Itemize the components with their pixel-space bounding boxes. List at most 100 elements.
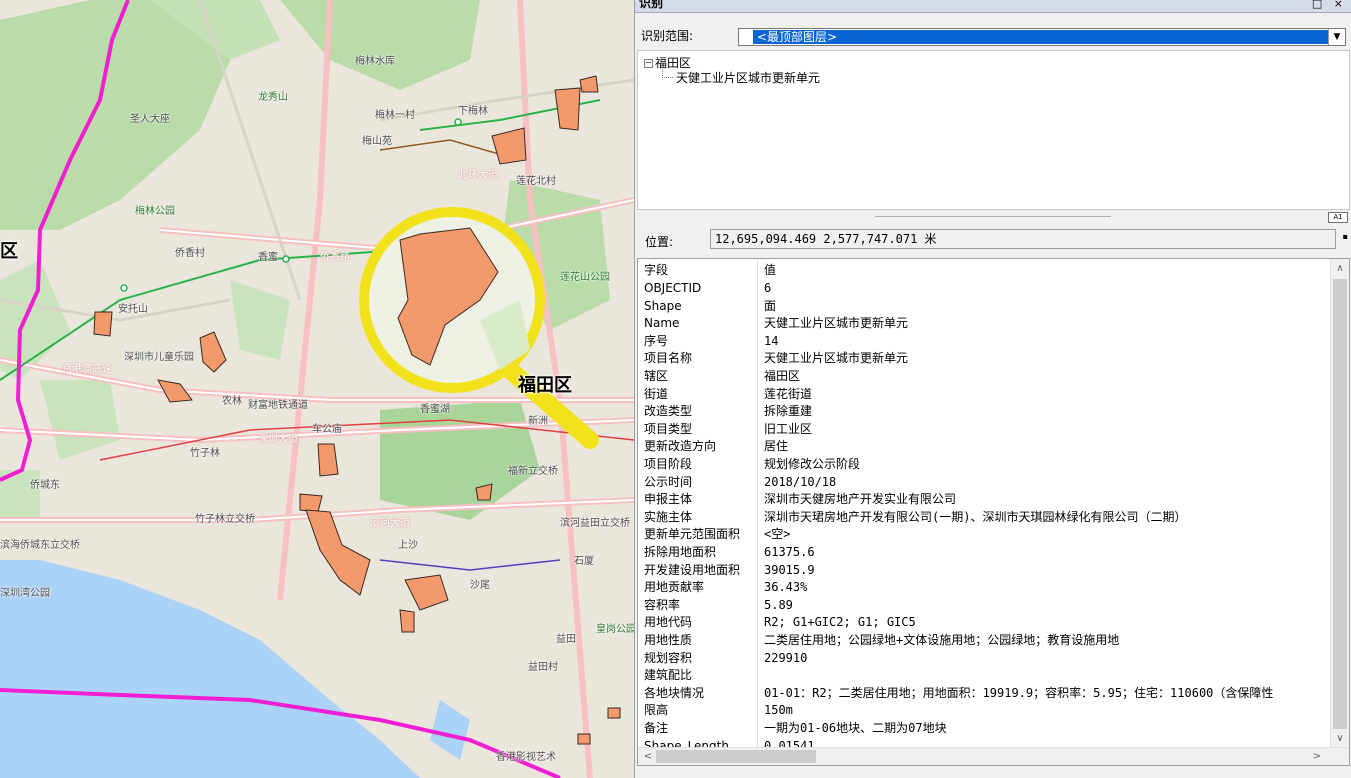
tree-node-child[interactable]: 天健工业片区城市更新单元 bbox=[662, 69, 820, 86]
table-row[interactable]: 更新改造方向 居住 bbox=[638, 438, 1328, 455]
row-field: 序号 bbox=[644, 333, 669, 348]
scroll-left-icon[interactable]: < bbox=[640, 748, 656, 765]
map-label: 香港影视艺术 bbox=[496, 752, 556, 763]
position-menu-icon[interactable]: ▪ bbox=[1343, 232, 1348, 241]
row-value: 天健工业片区城市更新单元 bbox=[764, 316, 909, 331]
map-label: 北环大道 bbox=[458, 170, 498, 181]
pane-splitter[interactable] bbox=[875, 216, 1111, 217]
map-label: 圣人大座 bbox=[130, 114, 170, 125]
table-row[interactable]: 项目类型 旧工业区 bbox=[638, 421, 1328, 438]
table-row[interactable]: 申报主体 深圳市天健房地产开发实业有限公司 bbox=[638, 491, 1328, 508]
row-field: 规划容积 bbox=[644, 650, 693, 665]
chevron-down-icon[interactable]: ▼ bbox=[1328, 29, 1345, 45]
scroll-thumb[interactable] bbox=[1333, 279, 1347, 729]
table-header: 字段 值 bbox=[638, 262, 1328, 279]
table-row[interactable]: 实施主体 深圳市天珺房地产开发有限公司(一期)、深圳市天琪园林绿化有限公司（二期） bbox=[638, 509, 1328, 526]
map-label: 益田 bbox=[556, 634, 576, 645]
row-value: 2018/10/18 bbox=[764, 474, 837, 489]
window-controls[interactable]: □ × bbox=[1312, 0, 1347, 10]
identify-panel: 识别 □ × 识别范围: <最顶部图层> ▼ − 福田区 天健工业片区城市更新单元… bbox=[634, 0, 1351, 778]
row-field: 更新改造方向 bbox=[644, 439, 717, 454]
panel-titlebar[interactable]: 识别 □ × bbox=[635, 0, 1351, 13]
row-value: <空> bbox=[764, 527, 791, 542]
result-tree[interactable]: − 福田区 天健工业片区城市更新单元 bbox=[637, 50, 1350, 210]
row-field: 建筑配比 bbox=[644, 668, 693, 683]
collapse-icon[interactable]: − bbox=[644, 59, 653, 68]
map-label: 石厦 bbox=[574, 556, 594, 567]
identify-scope-dropdown[interactable]: <最顶部图层> ▼ bbox=[738, 28, 1346, 46]
table-row[interactable]: 街道 莲花街道 bbox=[638, 386, 1328, 403]
row-field: 容积率 bbox=[644, 597, 681, 612]
map-label: 香蜜湖 bbox=[420, 404, 450, 415]
table-row[interactable]: 容积率 5.89 bbox=[638, 597, 1328, 614]
table-row[interactable]: 各地块情况 01-01：R2；二类居住用地；用地面积：19919.9；容积率：5.… bbox=[638, 685, 1328, 702]
row-field: 项目阶段 bbox=[644, 457, 693, 471]
map-label: 梅山苑 bbox=[362, 136, 392, 147]
row-field: 用地性质 bbox=[644, 633, 693, 647]
map-label: 深圳大道 bbox=[258, 434, 298, 445]
row-value: 36.43% bbox=[764, 580, 808, 595]
table-row[interactable]: Name 天健工业片区城市更新单元 bbox=[638, 315, 1328, 332]
horizontal-scrollbar[interactable]: < > bbox=[638, 747, 1349, 765]
table-row[interactable]: OBJECTID 6 bbox=[638, 280, 1328, 297]
row-value: 深圳市天珺房地产开发有限公司(一期)、深圳市天琪园林绿化有限公司（二期） bbox=[764, 509, 1187, 524]
row-value: 莲花街道 bbox=[764, 386, 813, 401]
table-row[interactable]: 备注 一期为01-06地块、二期为07地块 bbox=[638, 720, 1328, 737]
identify-scope-value: <最顶部图层> bbox=[753, 30, 1329, 44]
map-label: 财富地铁通道 bbox=[248, 400, 308, 411]
map-label: 竹子林立交桥 bbox=[195, 514, 255, 525]
table-row[interactable]: 拆除用地面积 61375.6 bbox=[638, 544, 1328, 561]
map-view[interactable]: 梅林水库 龙秀山 圣人大座 梅林一村 下梅林 梅山苑 梅林公园 北环大道 莲花北… bbox=[0, 0, 634, 778]
table-row[interactable]: 辖区 福田区 bbox=[638, 368, 1328, 385]
table-row[interactable]: 用地代码 R2; G1+GIC2; G1; GIC5 bbox=[638, 614, 1328, 631]
tree-connector bbox=[662, 69, 673, 78]
map-label: 侨香路 bbox=[320, 252, 350, 263]
map-district-label: 区 bbox=[0, 241, 18, 262]
map-label: 竹子林 bbox=[190, 448, 220, 459]
attribute-table[interactable]: 字段 值 OBJECTID 6 Shape 面 Name 天健工业片区城市更新单元 序号 14… bbox=[637, 258, 1350, 766]
table-row[interactable]: 项目阶段 规划修改公示阶段 bbox=[638, 456, 1328, 473]
row-field: 拆除用地面积 bbox=[644, 545, 717, 559]
map-label: 上沙 bbox=[398, 540, 418, 551]
row-value: 5.89 bbox=[764, 597, 793, 612]
identify-scope-label: 识别范围: bbox=[641, 29, 694, 43]
table-row[interactable]: 用地性质 二类居住用地；公园绿地+文体设施用地；公园绿地；教育设施用地 bbox=[638, 632, 1328, 649]
table-row[interactable]: 更新单元范围面积 <空> bbox=[638, 526, 1328, 543]
map-label: 莲花山公园 bbox=[560, 272, 610, 283]
row-value: 6 bbox=[764, 281, 772, 295]
table-row[interactable]: 改造类型 拆除重建 bbox=[638, 403, 1328, 420]
scroll-thumb[interactable] bbox=[656, 750, 816, 763]
row-field: 街道 bbox=[644, 386, 669, 401]
row-field: 限高 bbox=[644, 703, 669, 718]
table-row[interactable]: Shape 面 bbox=[638, 298, 1328, 315]
map-label: 深圳湾公园 bbox=[0, 588, 50, 599]
vertical-scrollbar[interactable]: ∧ ∨ bbox=[1330, 259, 1349, 749]
row-value: 61375.6 bbox=[764, 545, 815, 559]
map-label: 梅林水库 bbox=[355, 56, 395, 67]
map-label: 香蜜 bbox=[258, 252, 278, 263]
header-field: 字段 bbox=[644, 263, 669, 277]
table-row[interactable]: 序号 14 bbox=[638, 333, 1328, 350]
map-label: 侨香村 bbox=[175, 248, 205, 259]
row-field: 用地贡献率 bbox=[644, 580, 705, 595]
table-row[interactable]: 公示时间 2018/10/18 bbox=[638, 474, 1328, 491]
table-row[interactable]: 开发建设用地面积 39015.9 bbox=[638, 562, 1328, 579]
table-row[interactable]: 限高 150m bbox=[638, 702, 1328, 719]
row-field: 项目类型 bbox=[644, 421, 693, 436]
table-row[interactable]: 建筑配比 bbox=[638, 667, 1328, 684]
table-row[interactable]: 用地贡献率 36.43% bbox=[638, 579, 1328, 596]
header-value: 值 bbox=[764, 263, 777, 277]
scroll-right-icon[interactable]: > bbox=[1309, 748, 1325, 765]
row-value: 二类居住用地；公园绿地+文体设施用地；公园绿地；教育设施用地 bbox=[764, 633, 1120, 647]
map-label: 安托山 bbox=[118, 304, 148, 315]
scroll-up-icon[interactable]: ∧ bbox=[1331, 261, 1349, 277]
row-value: 39015.9 bbox=[764, 562, 815, 577]
scroll-down-icon[interactable]: ∨ bbox=[1331, 731, 1349, 747]
row-field: 用地代码 bbox=[644, 615, 693, 630]
row-field: 各地块情况 bbox=[644, 685, 705, 700]
table-row[interactable]: 规划容积 229910 bbox=[638, 650, 1328, 667]
map-label: 侨城东 bbox=[30, 480, 60, 491]
panel-toggle-icon[interactable]: A1 bbox=[1328, 212, 1348, 223]
table-row[interactable]: 项目名称 天健工业片区城市更新单元 bbox=[638, 350, 1328, 367]
map-label: 滨河大道 bbox=[370, 518, 410, 529]
